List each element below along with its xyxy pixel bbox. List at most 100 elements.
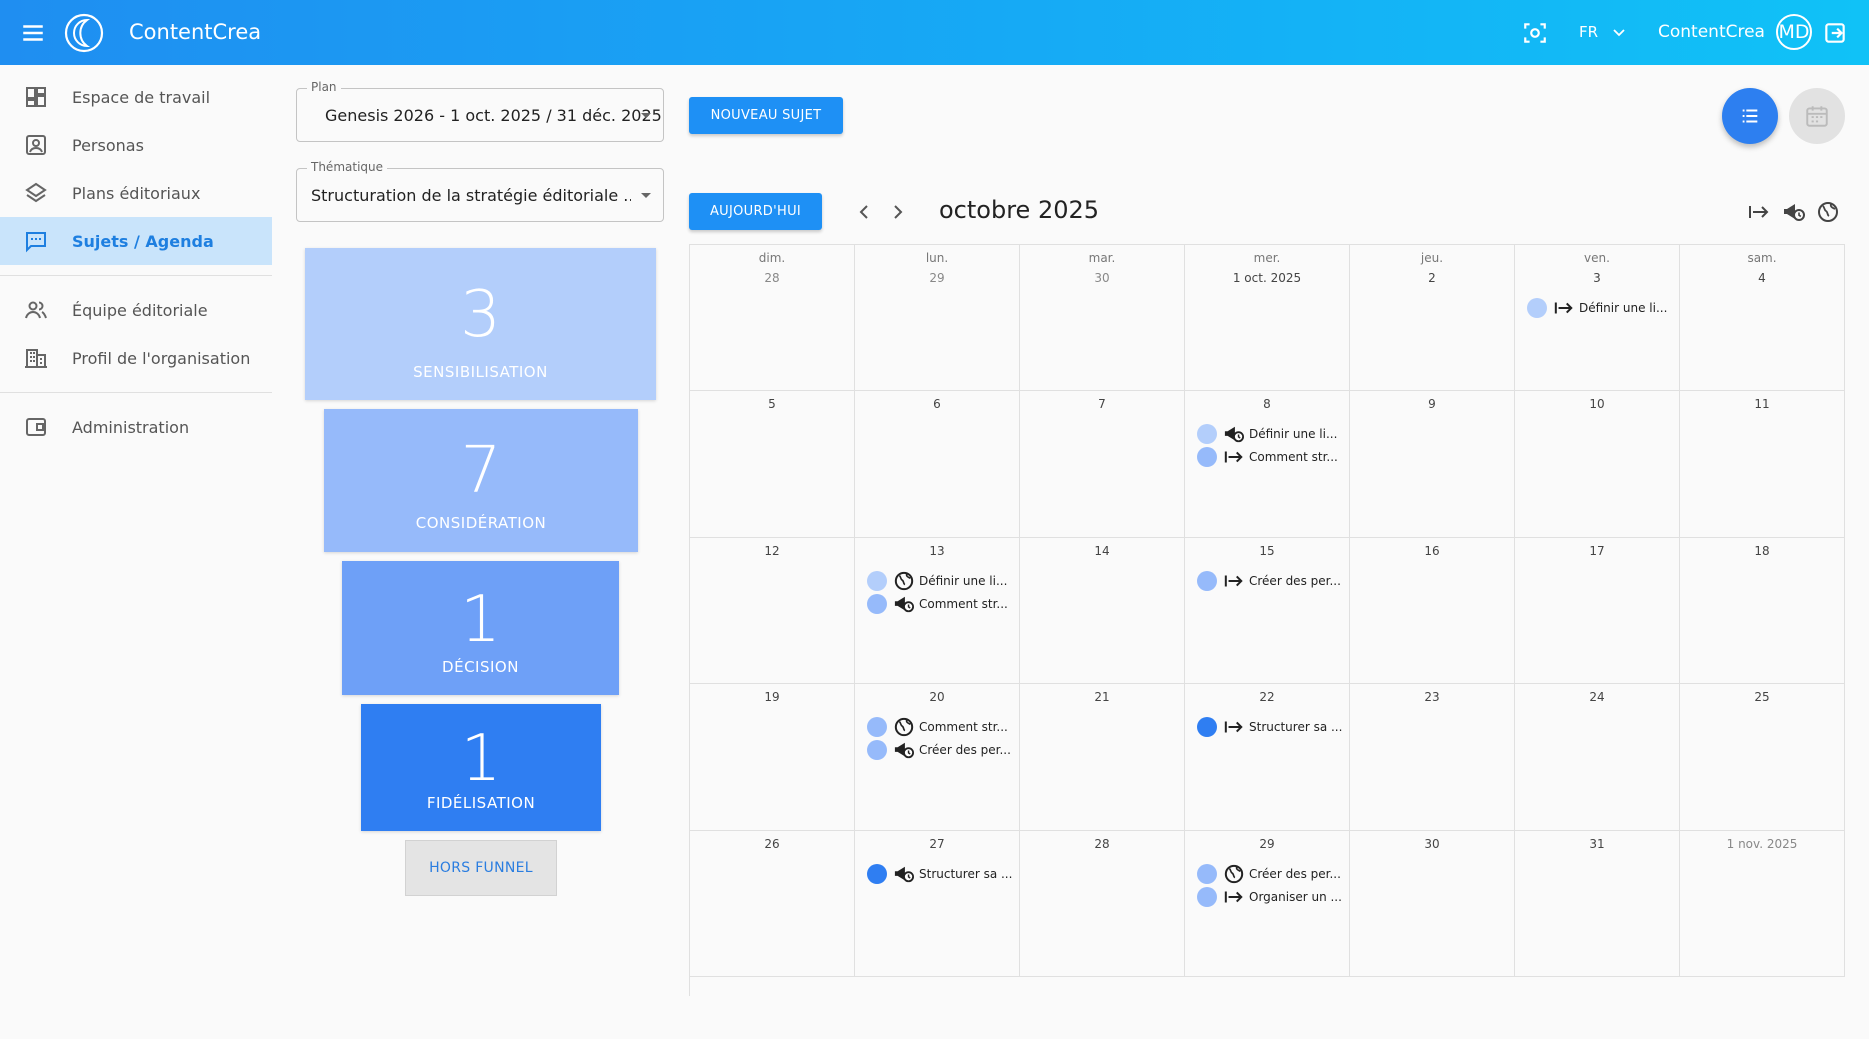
sidebar-item-team[interactable]: Équipe éditoriale (0, 286, 272, 334)
avatar[interactable]: MD (1776, 14, 1812, 50)
chevron-right-icon[interactable] (886, 200, 910, 224)
calendar-event[interactable]: Créer des per... (867, 739, 1011, 761)
megaphone-clock-icon (1224, 427, 1244, 443)
hors-funnel-button[interactable]: HORS FUNNEL (405, 840, 557, 896)
plan-value: Genesis 2026 - 1 oct. 2025 / 31 déc. 202… (325, 106, 662, 125)
calendar-event[interactable]: Comment str... (867, 593, 1008, 615)
calendar-day-cell[interactable]: 7 (1020, 391, 1185, 538)
calendar-day-cell[interactable]: 26 (690, 830, 855, 977)
calendar-day-cell[interactable]: 14 (1020, 537, 1185, 685)
plan-select[interactable]: Plan Genesis 2026 - 1 oct. 2025 / 31 déc… (296, 80, 664, 142)
calendar-day-cell[interactable]: 18 (1680, 537, 1845, 685)
day-number: 26 (764, 836, 780, 851)
calendar-day-cell[interactable]: lun. 29 (855, 245, 1020, 392)
event-status-dot (1197, 424, 1217, 445)
calendar-day-cell[interactable]: 17 (1515, 537, 1680, 685)
dropdown-arrow-icon (641, 193, 651, 198)
calendar-event[interactable]: Définir une li... (1197, 423, 1337, 445)
calendar-day-cell[interactable]: 19 (690, 684, 855, 831)
globe-icon (894, 718, 914, 737)
calendar-day-cell[interactable]: 21 (1020, 684, 1185, 831)
sidebar-item-plans[interactable]: Plans éditoriaux (0, 169, 272, 217)
calendar-event[interactable]: Structurer sa ... (1197, 716, 1342, 738)
calendar-day-cell[interactable]: 16 (1350, 537, 1515, 685)
sidebar-item-personas[interactable]: Personas (0, 121, 272, 169)
language-select[interactable]: FR (1579, 23, 1625, 41)
calendar-day-cell[interactable]: 15 (1185, 537, 1350, 685)
calendar-event[interactable]: Organiser un ... (1197, 886, 1342, 908)
day-number: 7 (1098, 397, 1106, 412)
calendar-event[interactable]: Définir une li... (867, 570, 1007, 592)
funnel-stage-sensibilisation[interactable]: 3 SENSIBILISATION (305, 248, 656, 400)
event-status-dot (867, 740, 887, 761)
calendar-day-cell[interactable]: sam. 4 (1680, 245, 1845, 392)
calendar-event[interactable]: Créer des per... (1197, 570, 1341, 592)
dropdown-arrow-icon (641, 113, 651, 118)
funnel-stage-consideration[interactable]: 7 CONSIDÉRATION (324, 409, 638, 552)
event-title: Créer des per... (1249, 573, 1341, 588)
calendar-day-cell[interactable]: 22 (1185, 684, 1350, 831)
funnel-count: 7 (460, 434, 502, 508)
arrow-right-bar-icon (1224, 891, 1243, 903)
calendar-day-cell[interactable]: 28 (1020, 830, 1185, 977)
calendar-day-cell[interactable]: 25 (1680, 684, 1845, 831)
calendar-day-cell[interactable]: 12 (690, 537, 855, 685)
day-number: 10 (1589, 397, 1605, 412)
globe-icon (1224, 864, 1244, 883)
calendar-day-cell[interactable]: 9 (1350, 391, 1515, 538)
sidebar-item-label: Équipe éditoriale (72, 300, 208, 320)
funnel-stage-fidelisation[interactable]: 1 FIDÉLISATION (361, 704, 601, 831)
today-button[interactable]: AUJOURD'HUI (689, 193, 822, 230)
megaphone-clock-icon (894, 866, 915, 882)
language-label: FR (1579, 23, 1599, 41)
funnel-stage-decision[interactable]: 1 DÉCISION (342, 561, 619, 695)
chevron-left-icon[interactable] (852, 200, 876, 224)
sidebar-item-administration[interactable]: Administration (0, 403, 272, 451)
day-number: 28 (1094, 836, 1110, 851)
event-status-dot (867, 863, 887, 884)
calendar-day-cell[interactable]: 5 (690, 391, 855, 538)
menu-icon[interactable] (20, 20, 46, 46)
calendar-event[interactable]: Structurer sa ... (867, 863, 1012, 885)
weekday-label: mer. (1253, 251, 1281, 265)
calendar-event[interactable]: Définir une li... (1527, 297, 1667, 319)
calendar-day-cell[interactable]: 30 (1350, 830, 1515, 977)
thematique-select[interactable]: Thématique Structuration de la stratégie… (296, 160, 664, 222)
calendar-day-cell[interactable]: 31 (1515, 830, 1680, 977)
month-title: octobre 2025 (939, 196, 1100, 224)
calendar-day-cell[interactable]: jeu. 2 (1350, 245, 1515, 392)
sidebar-item-agenda[interactable]: Sujets / Agenda (0, 217, 272, 265)
calendar-day-cell[interactable]: mar. 30 (1020, 245, 1185, 392)
calendar-day-cell[interactable]: dim. 28 (690, 245, 855, 392)
sidebar-item-organisation[interactable]: Profil de l'organisation (0, 334, 272, 382)
day-number: 20 (929, 690, 945, 705)
calendar-day-cell[interactable]: 6 (855, 391, 1020, 538)
calendar-day-cell[interactable]: 24 (1515, 684, 1680, 831)
day-number: 23 (1424, 690, 1440, 705)
arrow-right-bar-icon (1554, 302, 1573, 314)
day-number: 31 (1589, 836, 1605, 851)
calendar-day-cell[interactable]: 10 (1515, 391, 1680, 538)
calendar-event[interactable]: Comment str... (1197, 446, 1338, 468)
funnel-label: SENSIBILISATION (413, 363, 548, 381)
calendar-day-cell[interactable]: 1 nov. 2025 (1680, 830, 1845, 977)
megaphone-clock-icon (894, 742, 915, 759)
day-number: 1 oct. 2025 (1232, 271, 1302, 285)
sidebar-divider (0, 275, 272, 276)
sidebar-item-workspace[interactable]: Espace de travail (0, 73, 272, 121)
event-status-dot (1197, 717, 1217, 738)
list-view-button[interactable] (1722, 88, 1778, 144)
calendar-view-button[interactable] (1789, 88, 1845, 144)
logout-icon[interactable] (1822, 20, 1848, 46)
event-title: Structurer sa ... (919, 866, 1013, 881)
screenshot-icon[interactable] (1522, 20, 1548, 46)
new-subject-button[interactable]: NOUVEAU SUJET (689, 97, 843, 134)
funnel-label: CONSIDÉRATION (415, 514, 547, 532)
day-number: 29 (1259, 836, 1275, 851)
calendar-day-cell[interactable]: 27 (855, 830, 1020, 977)
calendar-event[interactable]: Comment str... (867, 716, 1008, 738)
calendar-day-cell[interactable]: 11 (1680, 391, 1845, 538)
calendar-event[interactable]: Créer des per... (1197, 863, 1341, 885)
calendar-day-cell[interactable]: 23 (1350, 684, 1515, 831)
calendar-day-cell[interactable]: mer. 1 oct. 2025 (1185, 245, 1350, 392)
